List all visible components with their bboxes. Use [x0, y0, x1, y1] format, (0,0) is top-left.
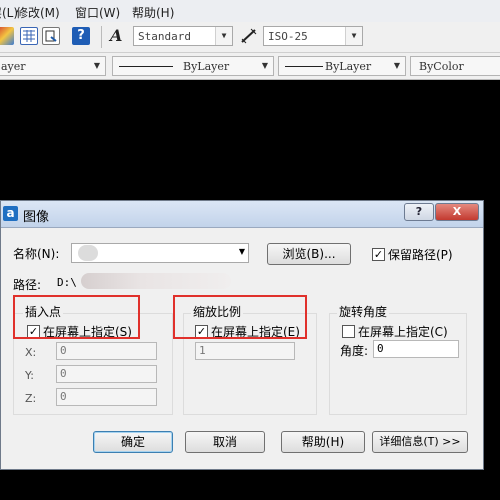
z-label: Z: — [25, 392, 37, 405]
layer-icon[interactable] — [42, 27, 60, 45]
table-icon[interactable] — [20, 27, 38, 45]
chevron-down-icon[interactable]: ▼ — [215, 27, 232, 45]
layer-value: ayer — [1, 60, 26, 73]
color-select[interactable]: ByColor — [410, 56, 500, 76]
x-label: X: — [25, 346, 37, 359]
chevron-down-icon[interactable]: ▼ — [239, 247, 245, 256]
menu-item-modify[interactable]: 修改(M) — [16, 4, 60, 21]
standard-toolbar: ? A Standard ▼ ISO-25 ▼ — [0, 22, 500, 53]
keep-path-label: 保留路径(P) — [388, 248, 453, 262]
angle-label: 角度: — [340, 344, 369, 358]
rotation-specify-checkbox[interactable] — [342, 325, 355, 338]
cancel-button[interactable]: 取消 — [185, 431, 265, 453]
ok-button[interactable]: 确定 — [93, 431, 173, 453]
details-button[interactable]: 详细信息(T) >> — [372, 431, 468, 453]
help-icon[interactable]: ? — [72, 27, 90, 45]
keep-path-checkbox[interactable]: ✓ — [372, 248, 385, 261]
line-preview — [285, 66, 323, 67]
y-label: Y: — [25, 369, 34, 382]
name-label: 名称(N): — [13, 247, 60, 261]
dialog-titlebar: a 图像 ? X — [1, 201, 483, 228]
path-blurred-value — [81, 273, 231, 289]
dim-style-icon[interactable] — [240, 27, 258, 45]
dim-style-select[interactable]: ISO-25 ▼ — [263, 26, 363, 46]
help-button[interactable]: 帮助(H) — [281, 431, 365, 453]
layer-select[interactable]: ayer ▼ — [0, 56, 106, 76]
linetype-value: ByLayer — [183, 60, 230, 73]
highlight-scale — [173, 295, 307, 339]
highlight-insertion — [13, 295, 140, 339]
color-value: ByColor — [419, 60, 464, 73]
lineweight-value: ByLayer — [325, 60, 372, 73]
text-style-select[interactable]: Standard ▼ — [133, 26, 233, 46]
lineweight-select[interactable]: ByLayer ▼ — [278, 56, 406, 76]
menu-item-help[interactable]: 帮助(H) — [132, 4, 174, 21]
rotation-title: 旋转角度 — [337, 303, 390, 320]
app-icon: a — [3, 206, 18, 221]
image-dialog: a 图像 ? X 名称(N): ▼ 浏览(B)... ✓ 保留路径(P) 路径:… — [0, 200, 484, 470]
dialog-title: 图像 — [23, 210, 50, 225]
y-field[interactable]: 0 — [56, 365, 157, 383]
angle-field[interactable]: 0 — [373, 340, 459, 358]
toolbar-separator — [101, 26, 102, 48]
close-button[interactable]: X — [435, 203, 479, 221]
dim-style-value: ISO-25 — [268, 30, 308, 43]
menu-bar: 层(L) 修改(M) 窗口(W) 帮助(H) — [0, 0, 500, 23]
menu-item-window[interactable]: 窗口(W) — [75, 4, 120, 21]
name-select[interactable]: ▼ — [71, 243, 249, 263]
linetype-select[interactable]: ByLayer ▼ — [112, 56, 274, 76]
chevron-down-icon[interactable]: ▼ — [90, 58, 104, 74]
properties-toolbar: ayer ▼ ByLayer ▼ ByLayer ▼ ByColor — [0, 53, 500, 80]
help-title-button[interactable]: ? — [404, 203, 434, 221]
z-field[interactable]: 0 — [56, 388, 157, 406]
line-preview — [119, 66, 173, 67]
chevron-down-icon[interactable]: ▼ — [390, 58, 404, 74]
text-style-icon[interactable]: A — [110, 27, 128, 45]
x-field[interactable]: 0 — [56, 342, 157, 360]
chevron-down-icon[interactable]: ▼ — [258, 58, 272, 74]
chevron-down-icon[interactable]: ▼ — [345, 27, 362, 45]
rotation-specify-label: 在屏幕上指定(C) — [358, 325, 448, 339]
name-blurred-value — [78, 245, 98, 261]
browse-button[interactable]: 浏览(B)... — [267, 243, 351, 265]
scale-field[interactable]: 1 — [195, 342, 295, 360]
path-value: D:\ — [57, 276, 77, 289]
path-label: 路径: — [13, 278, 42, 292]
paint-icon[interactable] — [0, 27, 14, 45]
text-style-value: Standard — [138, 30, 191, 43]
